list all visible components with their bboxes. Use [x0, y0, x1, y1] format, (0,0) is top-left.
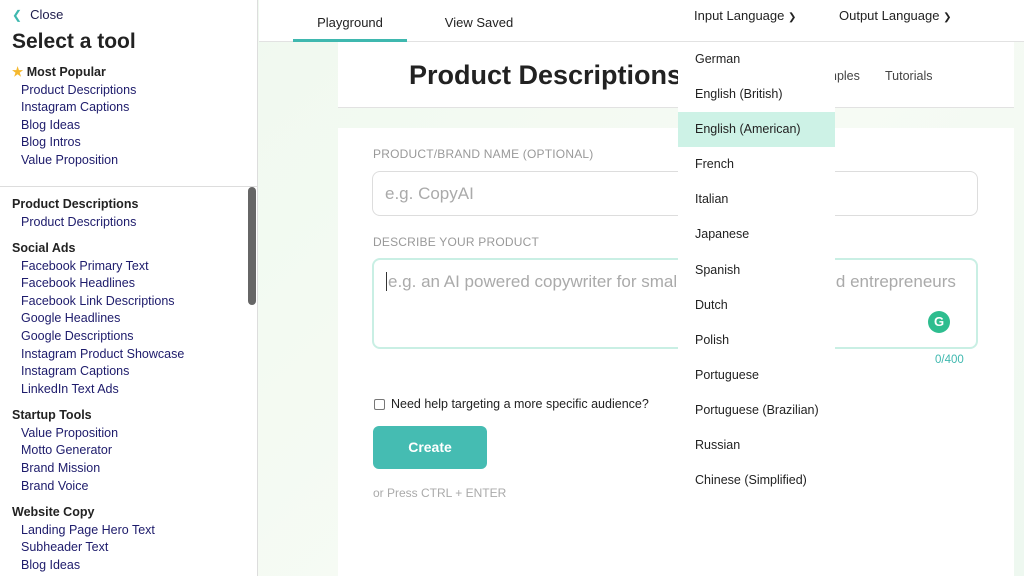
output-language-dropdown[interactable]: Output Language ❯	[839, 8, 952, 23]
sidebar-item-product-descriptions[interactable]: Product Descriptions	[12, 82, 136, 100]
language-option-portuguese-brazilian[interactable]: Portuguese (Brazilian)	[678, 393, 835, 428]
language-option-chinese-simplified[interactable]: Chinese (Simplified)	[678, 463, 835, 498]
close-label: Close	[30, 7, 64, 22]
star-icon: ★	[12, 65, 24, 79]
close-button[interactable]: ❮ Close	[12, 7, 63, 22]
sidebar-item-blog-ideas[interactable]: Blog Ideas	[12, 117, 136, 135]
most-popular-label: Most Popular	[26, 65, 106, 79]
sidebar-item-value-proposition[interactable]: Value Proposition	[12, 425, 184, 443]
create-button[interactable]: Create	[373, 426, 487, 469]
most-popular-heading: ★ Most Popular	[12, 64, 136, 82]
language-option-portuguese[interactable]: Portuguese	[678, 358, 835, 393]
sidebar-item-instagram-captions[interactable]: Instagram Captions	[12, 363, 184, 381]
language-option-japanese[interactable]: Japanese	[678, 217, 835, 252]
tool-sidebar: ❮ Close Select a tool ★ Most Popular Prod…	[0, 0, 258, 576]
audience-checkbox[interactable]	[374, 399, 385, 410]
grammarly-icon[interactable]: G	[928, 311, 950, 333]
language-option-english-american[interactable]: English (American)	[678, 112, 835, 148]
category-heading: Website Copy	[12, 505, 95, 520]
sidebar-item-facebook-headlines[interactable]: Facebook Headlines	[12, 275, 184, 293]
describe-label: DESCRIBE YOUR PRODUCT	[373, 235, 540, 249]
sidebar-item-subheader-text[interactable]: Subheader Text	[12, 539, 184, 557]
sidebar-item-brand-mission[interactable]: Brand Mission	[12, 460, 184, 478]
sidebar-item-motto-generator[interactable]: Motto Generator	[12, 442, 184, 460]
product-name-input[interactable]: e.g. CopyAI	[372, 171, 978, 216]
category-product-descriptions: Product Descriptions Product Descriptions	[12, 196, 184, 231]
page-title: Product Descriptions	[409, 60, 683, 90]
tutorials-link[interactable]: Tutorials	[885, 69, 932, 83]
char-counter: 0/400	[935, 354, 964, 366]
language-option-spanish[interactable]: Spanish	[678, 253, 835, 288]
sidebar-item-google-descriptions[interactable]: Google Descriptions	[12, 328, 184, 346]
audience-checkbox-label[interactable]: Need help targeting a more specific audi…	[391, 397, 649, 411]
top-bar: Playground View Saved Input Language ❯ O…	[259, 0, 1024, 42]
sidebar-item-linkedin-text-ads[interactable]: LinkedIn Text Ads	[12, 381, 184, 399]
sidebar-item-value-proposition[interactable]: Value Proposition	[12, 152, 136, 170]
sidebar-scrollbar[interactable]	[248, 187, 256, 305]
language-option-dutch[interactable]: Dutch	[678, 288, 835, 323]
language-option-italian[interactable]: Italian	[678, 182, 835, 217]
language-dropdown-menu: German English (British) English (American…	[678, 42, 835, 502]
sidebar-item-landing-page-hero-text[interactable]: Landing Page Hero Text	[12, 522, 184, 540]
most-popular-group: ★ Most Popular Product Descriptions Insta…	[12, 64, 136, 169]
sidebar-item-facebook-primary-text[interactable]: Facebook Primary Text	[12, 258, 184, 276]
form-card: PRODUCT/BRAND NAME (OPTIONAL) e.g. CopyA…	[338, 128, 1014, 576]
sidebar-item-brand-voice[interactable]: Brand Voice	[12, 478, 184, 496]
language-option-russian[interactable]: Russian	[678, 428, 835, 463]
sidebar-item-instagram-captions[interactable]: Instagram Captions	[12, 99, 136, 117]
title-card: Product Descriptions Examples Tutorials	[338, 42, 1014, 108]
sidebar-item-blog-intros[interactable]: Blog Intros	[12, 134, 136, 152]
language-option-polish[interactable]: Polish	[678, 323, 835, 358]
tab-playground[interactable]: Playground	[293, 0, 407, 42]
language-option-german[interactable]: German	[678, 42, 835, 77]
input-language-label: Input Language	[694, 8, 785, 23]
sidebar-item-product-descriptions[interactable]: Product Descriptions	[12, 214, 184, 232]
sidebar-item-google-headlines[interactable]: Google Headlines	[12, 310, 184, 328]
describe-placeholder: e.g. an AI powered copywriter for small …	[386, 272, 956, 291]
category-list: Product Descriptions Product Descriptions…	[12, 196, 184, 576]
sidebar-item-instagram-product-showcase[interactable]: Instagram Product Showcase	[12, 346, 184, 364]
chevron-down-icon: ❯	[788, 12, 797, 23]
category-heading: Startup Tools	[12, 408, 92, 423]
shortcut-hint: or Press CTRL + ENTER	[373, 486, 507, 500]
output-language-label: Output Language	[839, 8, 940, 23]
name-label: PRODUCT/BRAND NAME (OPTIONAL)	[373, 147, 594, 161]
category-heading: Social Ads	[12, 241, 76, 256]
sidebar-item-blog-ideas[interactable]: Blog Ideas	[12, 557, 184, 575]
sidebar-item-facebook-link-descriptions[interactable]: Facebook Link Descriptions	[12, 293, 184, 311]
input-language-dropdown[interactable]: Input Language ❯	[694, 8, 796, 23]
sidebar-title: Select a tool	[12, 30, 136, 53]
category-website-copy: Website Copy Landing Page Hero Text Subhea…	[12, 504, 184, 574]
category-social-ads: Social Ads Facebook Primary Text Facebook …	[12, 240, 184, 398]
describe-product-textarea[interactable]: e.g. an AI powered copywriter for small …	[372, 258, 978, 349]
category-heading: Product Descriptions	[12, 197, 139, 211]
language-option-english-british[interactable]: English (British)	[678, 77, 835, 112]
tab-view-saved[interactable]: View Saved	[429, 0, 529, 42]
category-startup-tools: Startup Tools Value Proposition Motto Gene…	[12, 407, 184, 495]
divider	[0, 186, 257, 187]
chevron-left-icon: ❮	[12, 7, 23, 22]
name-placeholder: e.g. CopyAI	[385, 184, 474, 203]
chevron-down-icon: ❯	[943, 12, 952, 23]
language-option-french[interactable]: French	[678, 147, 835, 182]
